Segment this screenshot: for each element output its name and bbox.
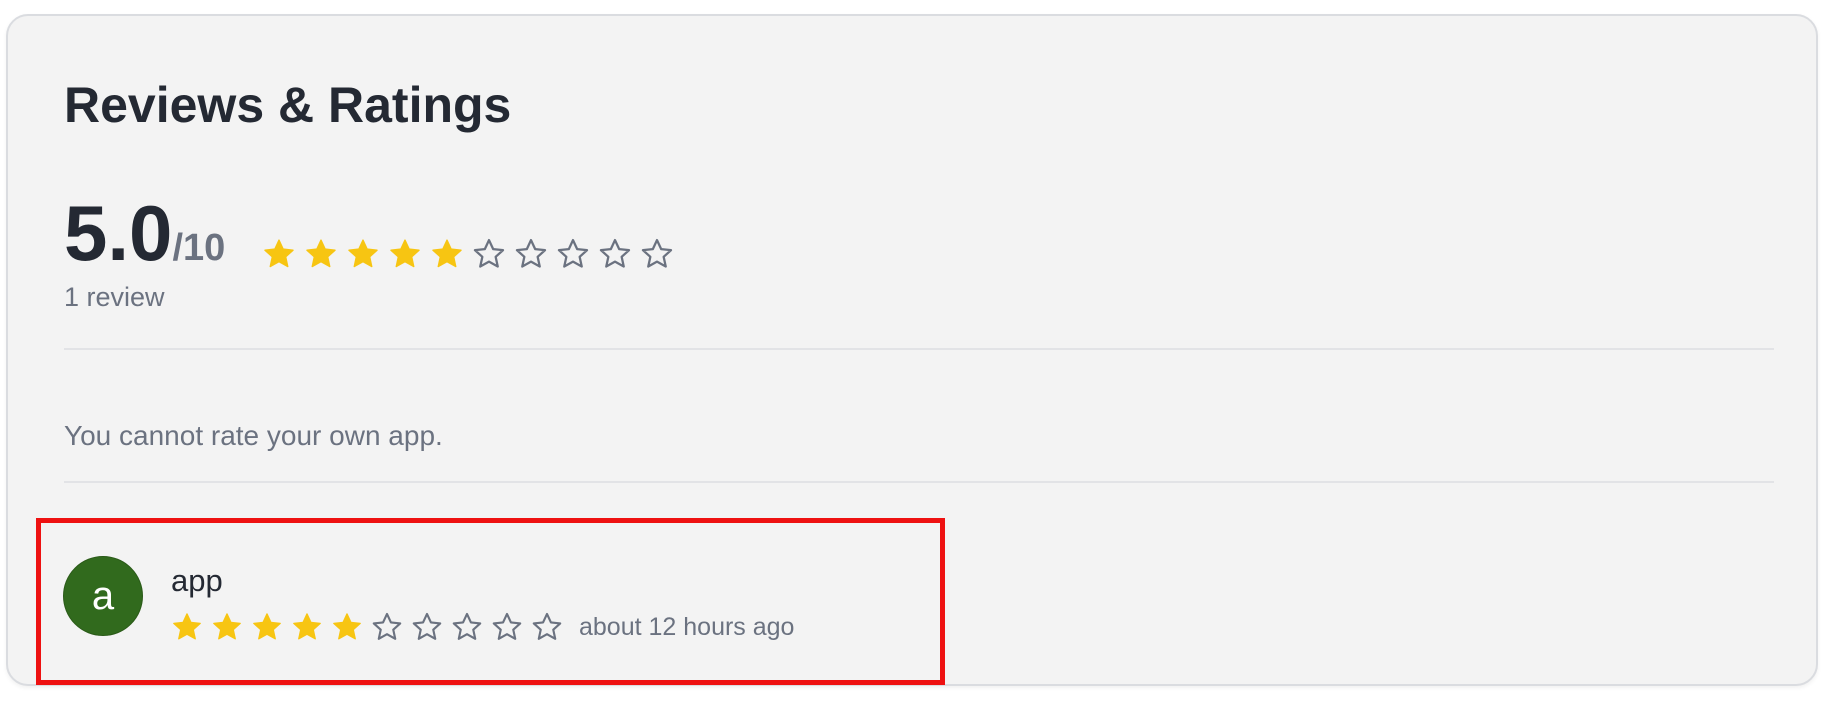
review-rating-stars <box>171 611 563 643</box>
score-max: /10 <box>172 227 226 269</box>
review-item: a app about 12 hours ago <box>36 518 945 685</box>
score-summary: 5.0 /10 <box>64 194 225 272</box>
avatar: a <box>63 556 143 636</box>
star-empty-icon <box>372 612 402 640</box>
star-filled-icon <box>213 613 241 640</box>
star-filled-icon <box>432 239 462 268</box>
star-empty-icon <box>515 238 547 268</box>
reviews-card: Reviews & Ratings 5.0 /10 1 review You c… <box>6 14 1818 686</box>
star-empty-icon <box>557 238 589 268</box>
review-meta: about 12 hours ago <box>171 611 794 643</box>
star-filled-icon <box>253 613 281 640</box>
own-app-notice: You cannot rate your own app. <box>64 420 443 451</box>
divider <box>64 348 1774 350</box>
divider <box>64 481 1774 483</box>
review-time: about 12 hours ago <box>579 612 795 641</box>
star-filled-icon <box>348 239 378 268</box>
star-filled-icon <box>306 239 336 268</box>
star-empty-icon <box>412 612 442 640</box>
star-filled-icon <box>173 613 201 640</box>
star-empty-icon <box>473 238 505 268</box>
section-title: Reviews & Ratings <box>64 77 512 133</box>
star-empty-icon <box>599 238 631 268</box>
average-score: 5.0 <box>64 189 173 277</box>
star-filled-icon <box>390 239 420 268</box>
star-filled-icon <box>333 613 361 640</box>
star-filled-icon <box>264 239 294 268</box>
star-empty-icon <box>492 612 522 640</box>
star-empty-icon <box>452 612 482 640</box>
star-empty-icon <box>641 238 673 268</box>
review-count: 1 review <box>64 282 165 312</box>
reviewer-name: app <box>171 563 223 598</box>
average-rating-stars <box>262 237 674 271</box>
star-filled-icon <box>293 613 321 640</box>
star-empty-icon <box>532 612 562 640</box>
